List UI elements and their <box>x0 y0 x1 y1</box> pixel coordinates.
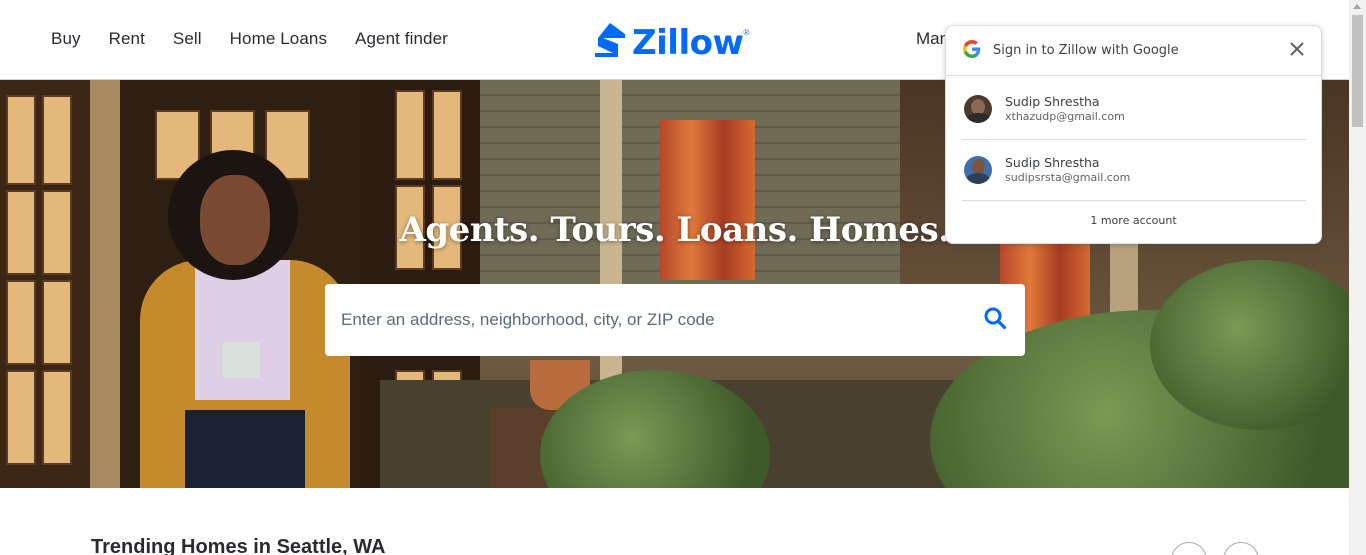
search-icon <box>983 306 1007 335</box>
trending-section-title: Trending Homes in Seattle, WA <box>91 536 386 555</box>
nav-buy[interactable]: Buy <box>51 29 81 49</box>
logo-registered-mark: ® <box>743 28 750 37</box>
avatar <box>964 156 992 184</box>
account-email: xthazudp@gmail.com <box>1005 110 1125 123</box>
account-info: Sudip Shrestha xthazudp@gmail.com <box>1005 94 1125 124</box>
account-name: Sudip Shrestha <box>1005 94 1100 109</box>
chevron-left-icon: ‹ <box>1187 549 1192 555</box>
zillow-house-icon <box>594 22 626 63</box>
search-button[interactable] <box>981 306 1009 334</box>
account-info: Sudip Shrestha sudipsrsta@gmail.com <box>1005 155 1130 185</box>
chevron-right-icon: › <box>1239 549 1244 555</box>
page-scrollbar[interactable] <box>1349 0 1366 555</box>
account-item[interactable]: Sudip Shrestha sudipsrsta@gmail.com <box>962 140 1306 201</box>
popup-header: Sign in to Zillow with Google <box>946 26 1321 76</box>
more-accounts-link[interactable]: 1 more account <box>946 214 1321 227</box>
close-icon <box>1290 41 1304 60</box>
account-item[interactable]: Sudip Shrestha xthazudp@gmail.com <box>962 79 1306 140</box>
carousel-next-button[interactable]: › <box>1223 542 1259 555</box>
nav-agent-finder[interactable]: Agent finder <box>355 29 448 49</box>
scrollbar-thumb[interactable] <box>1352 15 1363 127</box>
avatar <box>964 95 992 123</box>
nav-home-loans[interactable]: Home Loans <box>230 29 327 49</box>
nav-sell[interactable]: Sell <box>173 29 202 49</box>
google-g-icon <box>963 39 981 62</box>
popup-title: Sign in to Zillow with Google <box>993 43 1179 58</box>
logo-wordmark: Zillow <box>632 22 744 63</box>
zillow-logo[interactable]: Zillow ® <box>594 22 749 63</box>
primary-nav: Buy Rent Sell Home Loans Agent finder <box>51 29 476 49</box>
search-bar <box>325 284 1025 356</box>
google-sign-in-popup: Sign in to Zillow with Google Sudip Shre… <box>945 25 1322 244</box>
search-input[interactable] <box>341 310 981 330</box>
popup-close-button[interactable] <box>1287 40 1307 60</box>
carousel-prev-button[interactable]: ‹ <box>1171 542 1207 555</box>
nav-rent[interactable]: Rent <box>109 29 145 49</box>
account-name: Sudip Shrestha <box>1005 155 1100 170</box>
scroll-up-arrow-icon[interactable] <box>1353 4 1361 9</box>
account-email: sudipsrsta@gmail.com <box>1005 171 1131 184</box>
